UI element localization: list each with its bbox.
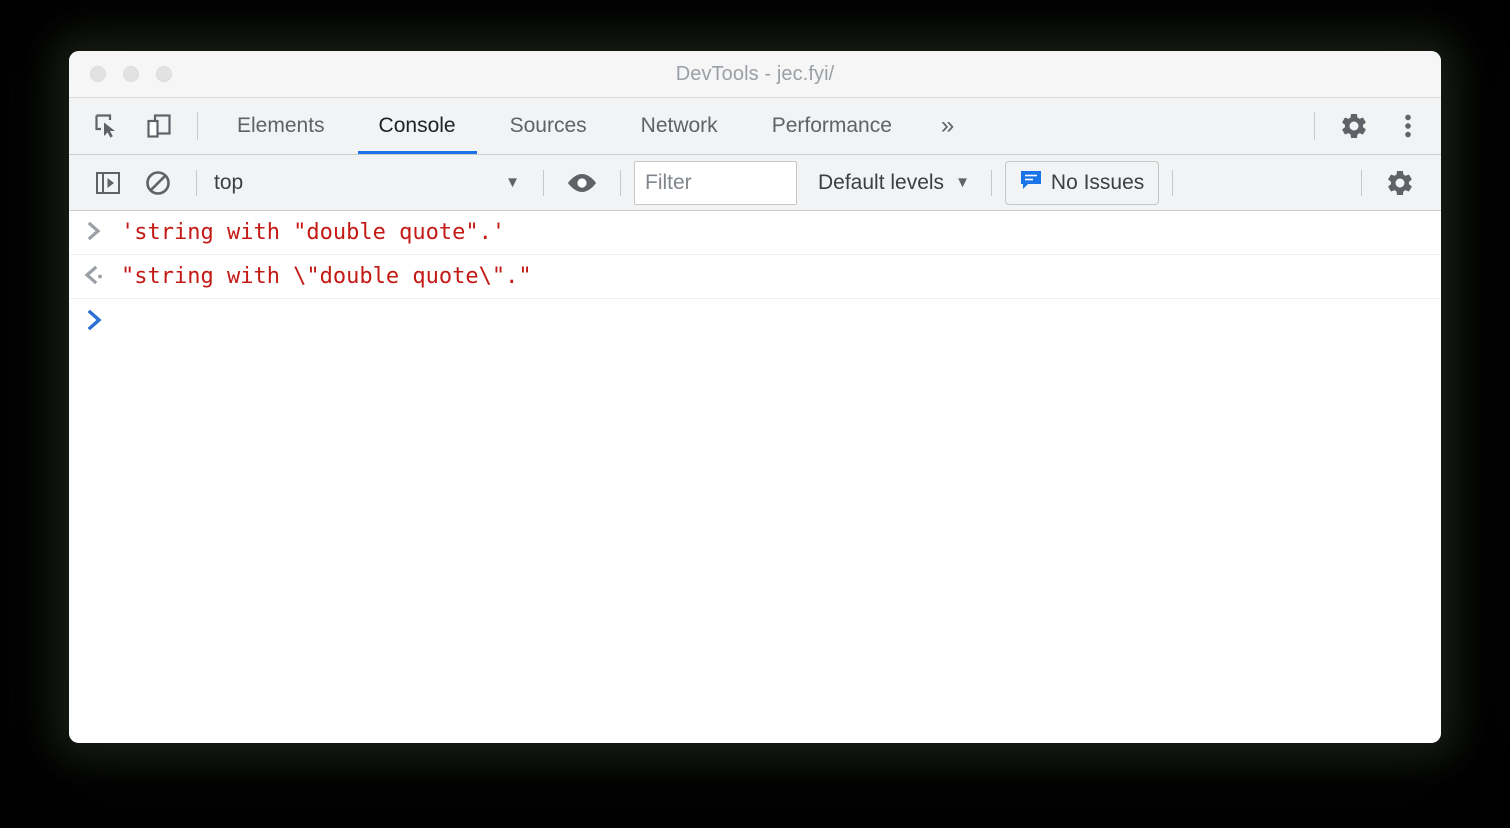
console-input-text: 'string with "double quote".' xyxy=(121,220,506,245)
toolbar-divider-6 xyxy=(1361,169,1362,196)
prompt-chevron-icon xyxy=(69,308,121,332)
issues-label: No Issues xyxy=(1050,170,1145,194)
log-levels-selector[interactable]: Default levels ▼ xyxy=(818,171,970,195)
console-input-row[interactable]: 'string with "double quote".' xyxy=(69,211,1441,255)
prompt-chevron-icon xyxy=(69,218,121,242)
device-toolbar-icon[interactable] xyxy=(133,98,185,154)
execution-context-value: top xyxy=(214,170,244,194)
result-chevron-icon xyxy=(69,262,121,286)
console-message-list[interactable]: 'string with "double quote".' "string wi… xyxy=(69,211,1441,742)
tab-network[interactable]: Network xyxy=(614,98,745,154)
tab-sources[interactable]: Sources xyxy=(483,98,614,154)
tabbar-divider xyxy=(197,112,198,140)
console-toolbar: top ▼ Default levels ▼ xyxy=(69,155,1441,211)
log-levels-label: Default levels xyxy=(818,170,945,194)
tabbar-actions-divider xyxy=(1314,112,1315,140)
console-result-row[interactable]: "string with \"double quote\"." xyxy=(69,255,1441,299)
window-titlebar: DevTools - jec.fyi/ xyxy=(69,51,1441,98)
filter-input[interactable] xyxy=(634,160,797,205)
window-traffic-lights xyxy=(90,66,172,82)
minimize-button[interactable] xyxy=(123,66,139,82)
tab-performance[interactable]: Performance xyxy=(745,98,919,154)
window-title: DevTools - jec.fyi/ xyxy=(675,62,835,85)
tabbar-actions xyxy=(1302,98,1435,154)
vertical-dots-icon[interactable] xyxy=(1381,98,1435,154)
maximize-button[interactable] xyxy=(156,66,172,82)
devtools-tabbar: Elements Console Sources Network Perform… xyxy=(69,98,1441,155)
clear-console-icon[interactable] xyxy=(133,163,183,203)
gear-icon[interactable] xyxy=(1375,163,1425,203)
console-result-text: "string with \"double quote\"." xyxy=(121,264,532,289)
execution-context-selector[interactable]: top ▼ xyxy=(210,163,530,203)
inspect-element-icon[interactable] xyxy=(81,98,133,154)
toolbar-divider-5 xyxy=(1172,169,1174,196)
screenshot-stage: DevTools - jec.fyi/ Elements Console Sou… xyxy=(0,0,1510,828)
toolbar-divider-2 xyxy=(543,169,544,196)
toolbar-divider-3 xyxy=(620,169,621,196)
eye-icon[interactable] xyxy=(557,163,607,203)
close-button[interactable] xyxy=(90,66,106,82)
chevron-down-icon: ▼ xyxy=(505,174,520,191)
console-active-prompt-row[interactable] xyxy=(69,299,1441,345)
tab-console[interactable]: Console xyxy=(352,98,483,154)
toolbar-divider-4 xyxy=(990,169,992,196)
devtools-window: DevTools - jec.fyi/ Elements Console Sou… xyxy=(69,51,1441,743)
panel-tabs: Elements Console Sources Network Perform… xyxy=(210,98,1302,154)
issues-button[interactable]: No Issues xyxy=(1004,160,1160,205)
issues-bubble-icon xyxy=(1020,170,1042,196)
tab-elements[interactable]: Elements xyxy=(210,98,352,154)
toolbar-divider-1 xyxy=(196,169,197,196)
more-tabs-chevron-icon[interactable]: » xyxy=(919,98,976,154)
chevron-down-icon: ▼ xyxy=(955,174,970,191)
console-sidebar-icon[interactable] xyxy=(83,163,133,203)
gear-icon[interactable] xyxy=(1327,98,1381,154)
